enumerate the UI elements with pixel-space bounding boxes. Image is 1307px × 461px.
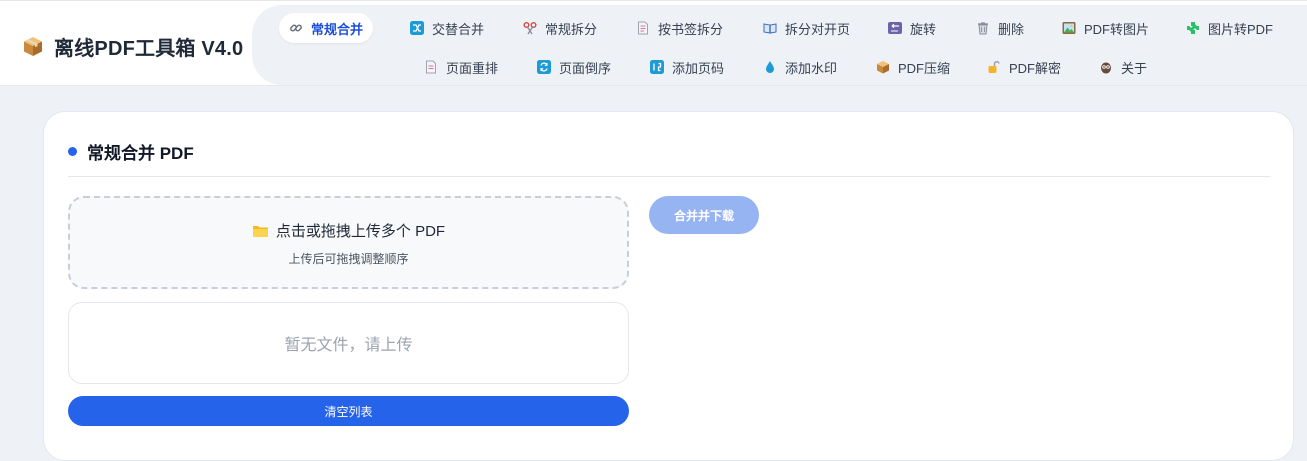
droplet-icon <box>766 61 774 73</box>
tab-rotate[interactable]: 旋转 <box>878 13 946 43</box>
puzzle-icon <box>1187 22 1199 34</box>
trash-icon <box>978 22 988 35</box>
empty-list-text: 暂无文件，请上传 <box>284 337 413 354</box>
tab-label: PDF压缩 <box>898 60 951 76</box>
tab-label: 添加水印 <box>785 60 838 76</box>
tab-label: 旋转 <box>910 21 937 37</box>
tab-split-spread[interactable]: 拆分对开页 <box>753 13 860 43</box>
dropzone-main: 点击或拖拽上传多个 PDF <box>70 220 627 241</box>
tab-label: 关于 <box>1121 60 1148 76</box>
nav-panel: 常规合并 交替合并 常规拆分 按书签拆分 拆分对开页 旋转 删除 PDF转图片 … <box>252 5 1307 85</box>
tab-label: 按书签拆分 <box>658 21 724 37</box>
tab-label: 图片转PDF <box>1208 21 1274 37</box>
tab-pdf-decrypt[interactable]: PDF解密 <box>977 52 1071 82</box>
tab-label: 页面倒序 <box>559 60 612 76</box>
panel-title-text: 常规合并 PDF <box>87 143 194 163</box>
pdf-dropzone[interactable]: 点击或拖拽上传多个 PDF 上传后可拖拽调整顺序 <box>68 196 629 289</box>
package-icon <box>877 61 889 74</box>
tab-pdf-to-image[interactable]: PDF转图片 <box>1052 13 1159 43</box>
shuffle-icon <box>410 21 424 35</box>
tab-page-reorder[interactable]: 页面重排 <box>414 52 508 82</box>
brand: 离线PDF工具箱 V4.0 <box>22 29 243 63</box>
title-dot <box>68 146 77 156</box>
tab-label: 拆分对开页 <box>785 21 851 37</box>
tab-bookmark-split[interactable]: 按书签拆分 <box>626 13 733 43</box>
merge-download-button[interactable]: 合并并下载 <box>649 196 759 234</box>
reverse-icon <box>537 60 551 74</box>
numbers-icon <box>650 60 664 74</box>
tab-delete[interactable]: 删除 <box>966 13 1034 43</box>
tab-label: PDF解密 <box>1009 60 1062 76</box>
tab-label: 页面重排 <box>446 60 499 76</box>
dropzone-text: 点击或拖拽上传多个 PDF <box>275 223 446 240</box>
tab-alternate-merge[interactable]: 交替合并 <box>400 13 494 43</box>
tab-label: 常规合并 <box>311 21 364 37</box>
tab-about[interactable]: 关于 <box>1089 52 1157 82</box>
tab-add-watermark[interactable]: 添加水印 <box>753 52 847 82</box>
tab-label: 删除 <box>998 21 1025 37</box>
tab-label: 添加页码 <box>672 60 725 76</box>
tab-normal-split[interactable]: 常规拆分 <box>513 13 607 43</box>
picture-icon <box>1062 22 1076 34</box>
tab-image-to-pdf[interactable]: 图片转PDF <box>1176 13 1283 43</box>
file-list: 暂无文件，请上传 <box>68 302 629 384</box>
scissors-icon <box>523 22 537 35</box>
panel-title: 常规合并 PDF <box>68 140 194 163</box>
app-title: 离线PDF工具箱 V4.0 <box>54 37 244 60</box>
clear-list-button[interactable]: 清空列表 <box>68 396 629 426</box>
unlock-icon <box>988 61 1000 73</box>
merge-panel: 常规合并 PDF 点击或拖拽上传多个 PDF 上传后可拖拽调整顺序 暂无文件，请… <box>43 111 1294 461</box>
tab-label: 常规拆分 <box>545 21 598 37</box>
app-header: 离线PDF工具箱 V4.0 常规合并 交替合并 常规拆分 按书签拆分 拆分对开页… <box>0 0 1307 86</box>
dropzone-hint: 上传后可拖拽调整顺序 <box>288 252 409 266</box>
bookmark-page-icon <box>638 21 648 35</box>
tab-add-page-numbers[interactable]: 添加页码 <box>640 52 734 82</box>
owl-icon <box>1101 62 1111 74</box>
folder-icon <box>252 225 268 237</box>
divider <box>68 176 1270 177</box>
tab-normal-merge[interactable]: 常规合并 <box>279 13 374 43</box>
tab-label: PDF转图片 <box>1084 21 1150 37</box>
package-icon <box>24 37 42 56</box>
tab-page-reverse[interactable]: 页面倒序 <box>527 52 621 82</box>
page-icon <box>426 60 436 74</box>
tab-pdf-compress[interactable]: PDF压缩 <box>866 52 960 82</box>
open-book-icon <box>763 23 777 34</box>
tab-label: 交替合并 <box>432 21 485 37</box>
rotate-icon <box>888 22 902 34</box>
link-icon <box>290 24 302 32</box>
